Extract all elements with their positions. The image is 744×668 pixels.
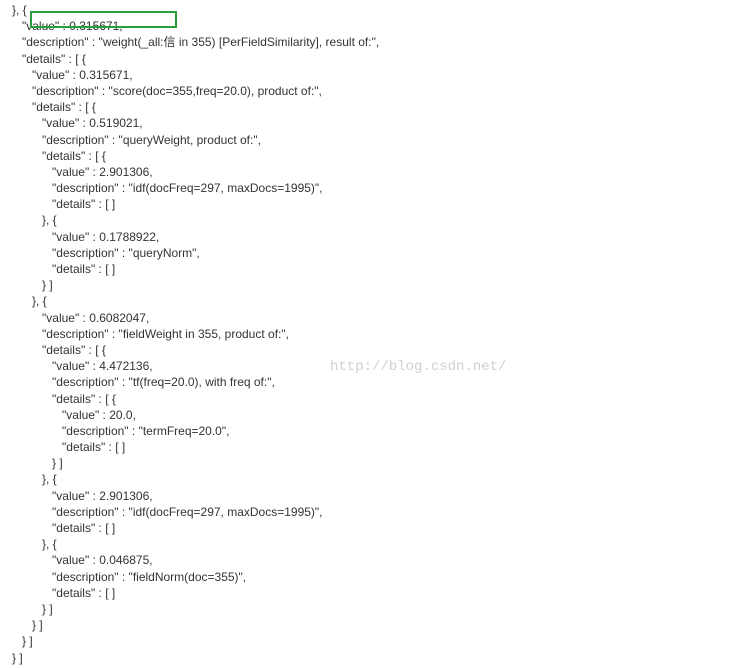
json-code-block: }, { "value" : 0.315671, "description" :… <box>12 2 742 666</box>
